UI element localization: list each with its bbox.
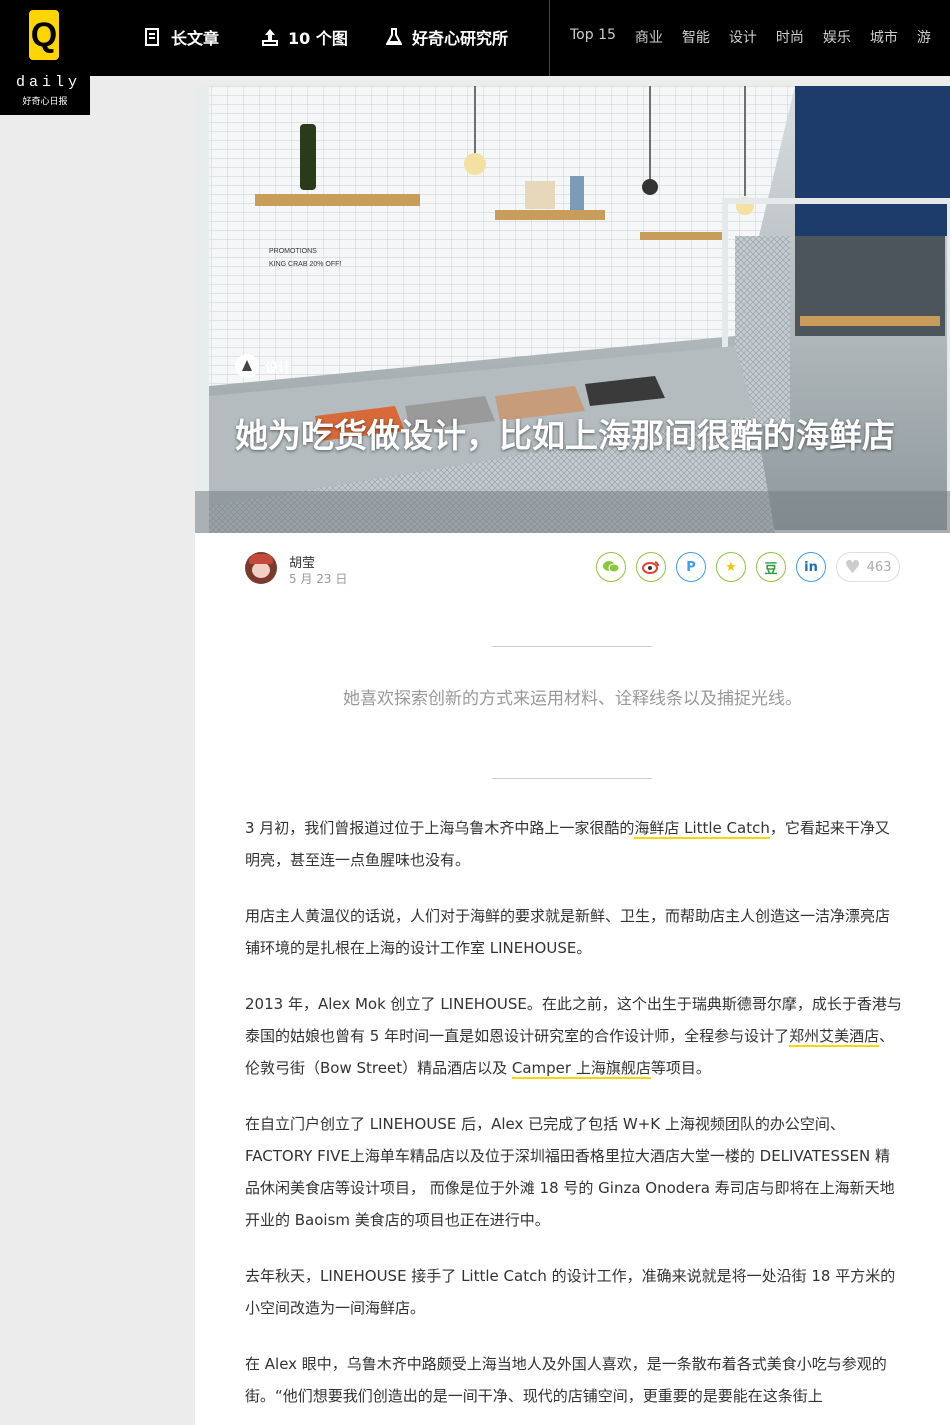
linkedin-icon: in xyxy=(804,559,818,575)
share-pinterest-button[interactable]: P xyxy=(676,552,706,582)
top-navigation-bar: 长文章 10 个图 好奇心研究所 Top 15 商业 智能 设计 时尚 娱乐 城… xyxy=(0,0,950,76)
category-fashion[interactable]: 时尚 xyxy=(776,27,804,47)
share-bar: P ★ 豆 in ♥ 463 xyxy=(596,552,900,582)
lead-divider-bottom xyxy=(492,778,652,779)
douban-icon: 豆 xyxy=(764,561,778,577)
share-linkedin-button[interactable]: in xyxy=(796,552,826,582)
author-name[interactable]: 胡莹 xyxy=(289,552,315,571)
nav-curiosity-lab-label: 好奇心研究所 xyxy=(412,29,509,48)
hero-promo-line1: PROMOTIONS xyxy=(269,248,317,255)
nav-long-articles[interactable]: 长文章 xyxy=(145,25,219,49)
nav-divider xyxy=(549,0,550,76)
upload-image-icon xyxy=(262,28,278,46)
category-entertainment[interactable]: 娱乐 xyxy=(823,27,851,47)
heart-icon: ♥ xyxy=(844,556,861,578)
article-lead: 她喜欢探索创新的方式来运用材料、诠释线条以及捕捉光线。 xyxy=(343,689,802,709)
document-icon xyxy=(145,28,161,46)
link-zhengzhou-le-meridien[interactable]: 郑州艾美酒店 xyxy=(789,1027,880,1047)
hero-image: PROMOTIONS KING CRAB 20% OFF! 设计 她为吃货做设计… xyxy=(195,86,950,533)
paragraph-2: 用店主人黄温仪的话说，人们对于海鲜的要求就是新鲜、卫生，而帮助店主人创造这一洁净… xyxy=(245,907,891,957)
weibo-icon xyxy=(642,561,659,574)
share-wechat-button[interactable] xyxy=(596,552,626,582)
category-badge[interactable]: 设计 xyxy=(235,354,291,378)
paragraph-6: 在 Alex 眼中，乌鲁木齐中路颇受上海当地人及外国人喜欢，是一条散布着各式美食… xyxy=(245,1355,887,1405)
category-city[interactable]: 城市 xyxy=(870,27,898,47)
nav-curiosity-lab[interactable]: 好奇心研究所 xyxy=(385,25,509,49)
lead-divider-top xyxy=(492,646,652,647)
logo-mark: Q xyxy=(29,10,59,60)
link-little-catch[interactable]: 海鲜店 Little Catch xyxy=(634,819,770,839)
category-badge-label: 设计 xyxy=(265,360,292,376)
nav-long-articles-label: 长文章 xyxy=(171,29,220,48)
flask-icon xyxy=(385,28,403,46)
paragraph-5: 去年秋天，LINEHOUSE 接手了 Little Catch 的设计工作，准确… xyxy=(245,1267,896,1317)
design-category-icon xyxy=(235,354,259,378)
share-weibo-button[interactable] xyxy=(636,552,666,582)
category-design[interactable]: 设计 xyxy=(729,27,757,47)
wechat-icon xyxy=(603,561,620,573)
site-logo[interactable]: Q daily 好奇心日报 xyxy=(0,0,90,115)
logo-cn-name: 好奇心日报 xyxy=(22,97,68,107)
article-container: PROMOTIONS KING CRAB 20% OFF! 设计 她为吃货做设计… xyxy=(195,86,950,1425)
avatar[interactable] xyxy=(245,552,277,584)
nav-ten-pictures[interactable]: 10 个图 xyxy=(262,25,348,49)
category-top15[interactable]: Top 15 xyxy=(570,27,616,47)
pinterest-icon: P xyxy=(686,559,696,575)
share-qzone-button[interactable]: ★ xyxy=(716,552,746,582)
paragraph-1: 3 月初，我们曾报道过位于上海乌鲁木齐中路上一家很酷的海鲜店 Little Ca… xyxy=(245,819,890,869)
nav-ten-pictures-label: 10 个图 xyxy=(288,29,348,48)
author-row: 胡莹 5 月 23 日 P ★ 豆 in ♥ 463 xyxy=(245,552,900,592)
hero-promo-line2: KING CRAB 20% OFF! xyxy=(269,261,341,268)
category-business[interactable]: 商业 xyxy=(635,27,663,47)
like-button[interactable]: ♥ 463 xyxy=(836,552,900,582)
publish-date: 5 月 23 日 xyxy=(289,572,348,586)
link-camper-shanghai[interactable]: Camper 上海旗舰店 xyxy=(511,1059,651,1079)
qzone-star-icon: ★ xyxy=(725,559,737,575)
paragraph-3: 2013 年，Alex Mok 创立了 LINEHOUSE。在此之前，这个出生于… xyxy=(245,995,902,1079)
article-title: 她为吃货做设计，比如上海那间很酷的海鲜店 xyxy=(235,416,895,455)
like-count: 463 xyxy=(866,559,892,575)
paragraph-4: 在自立门户创立了 LINEHOUSE 后，Alex 已完成了包括 W+K 上海视… xyxy=(245,1115,895,1229)
logo-wordmark: daily xyxy=(16,74,82,91)
share-douban-button[interactable]: 豆 xyxy=(756,552,786,582)
category-intelligence[interactable]: 智能 xyxy=(682,27,710,47)
category-games[interactable]: 游 xyxy=(917,27,931,47)
article-body: 3 月初，我们曾报道过位于上海乌鲁木齐中路上一家很酷的海鲜店 Little Ca… xyxy=(245,812,903,1425)
category-menu: Top 15 商业 智能 设计 时尚 娱乐 城市 游 xyxy=(570,27,950,47)
